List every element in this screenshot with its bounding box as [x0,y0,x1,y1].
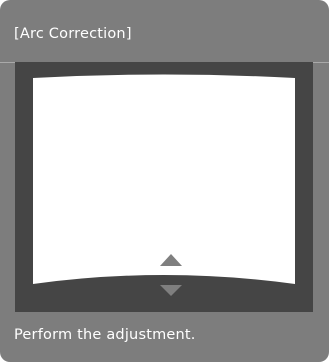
instruction-text: Perform the adjustment. [14,327,196,343]
arc-correction-panel: [Arc Correction] Perform the adjustment. [0,0,329,362]
dialog-title: [Arc Correction] [14,26,132,42]
down-triangle-icon[interactable] [160,285,182,296]
arc-preview-graphic [33,74,295,296]
arc-correction-preview [15,62,313,312]
projection-screen [33,74,295,284]
